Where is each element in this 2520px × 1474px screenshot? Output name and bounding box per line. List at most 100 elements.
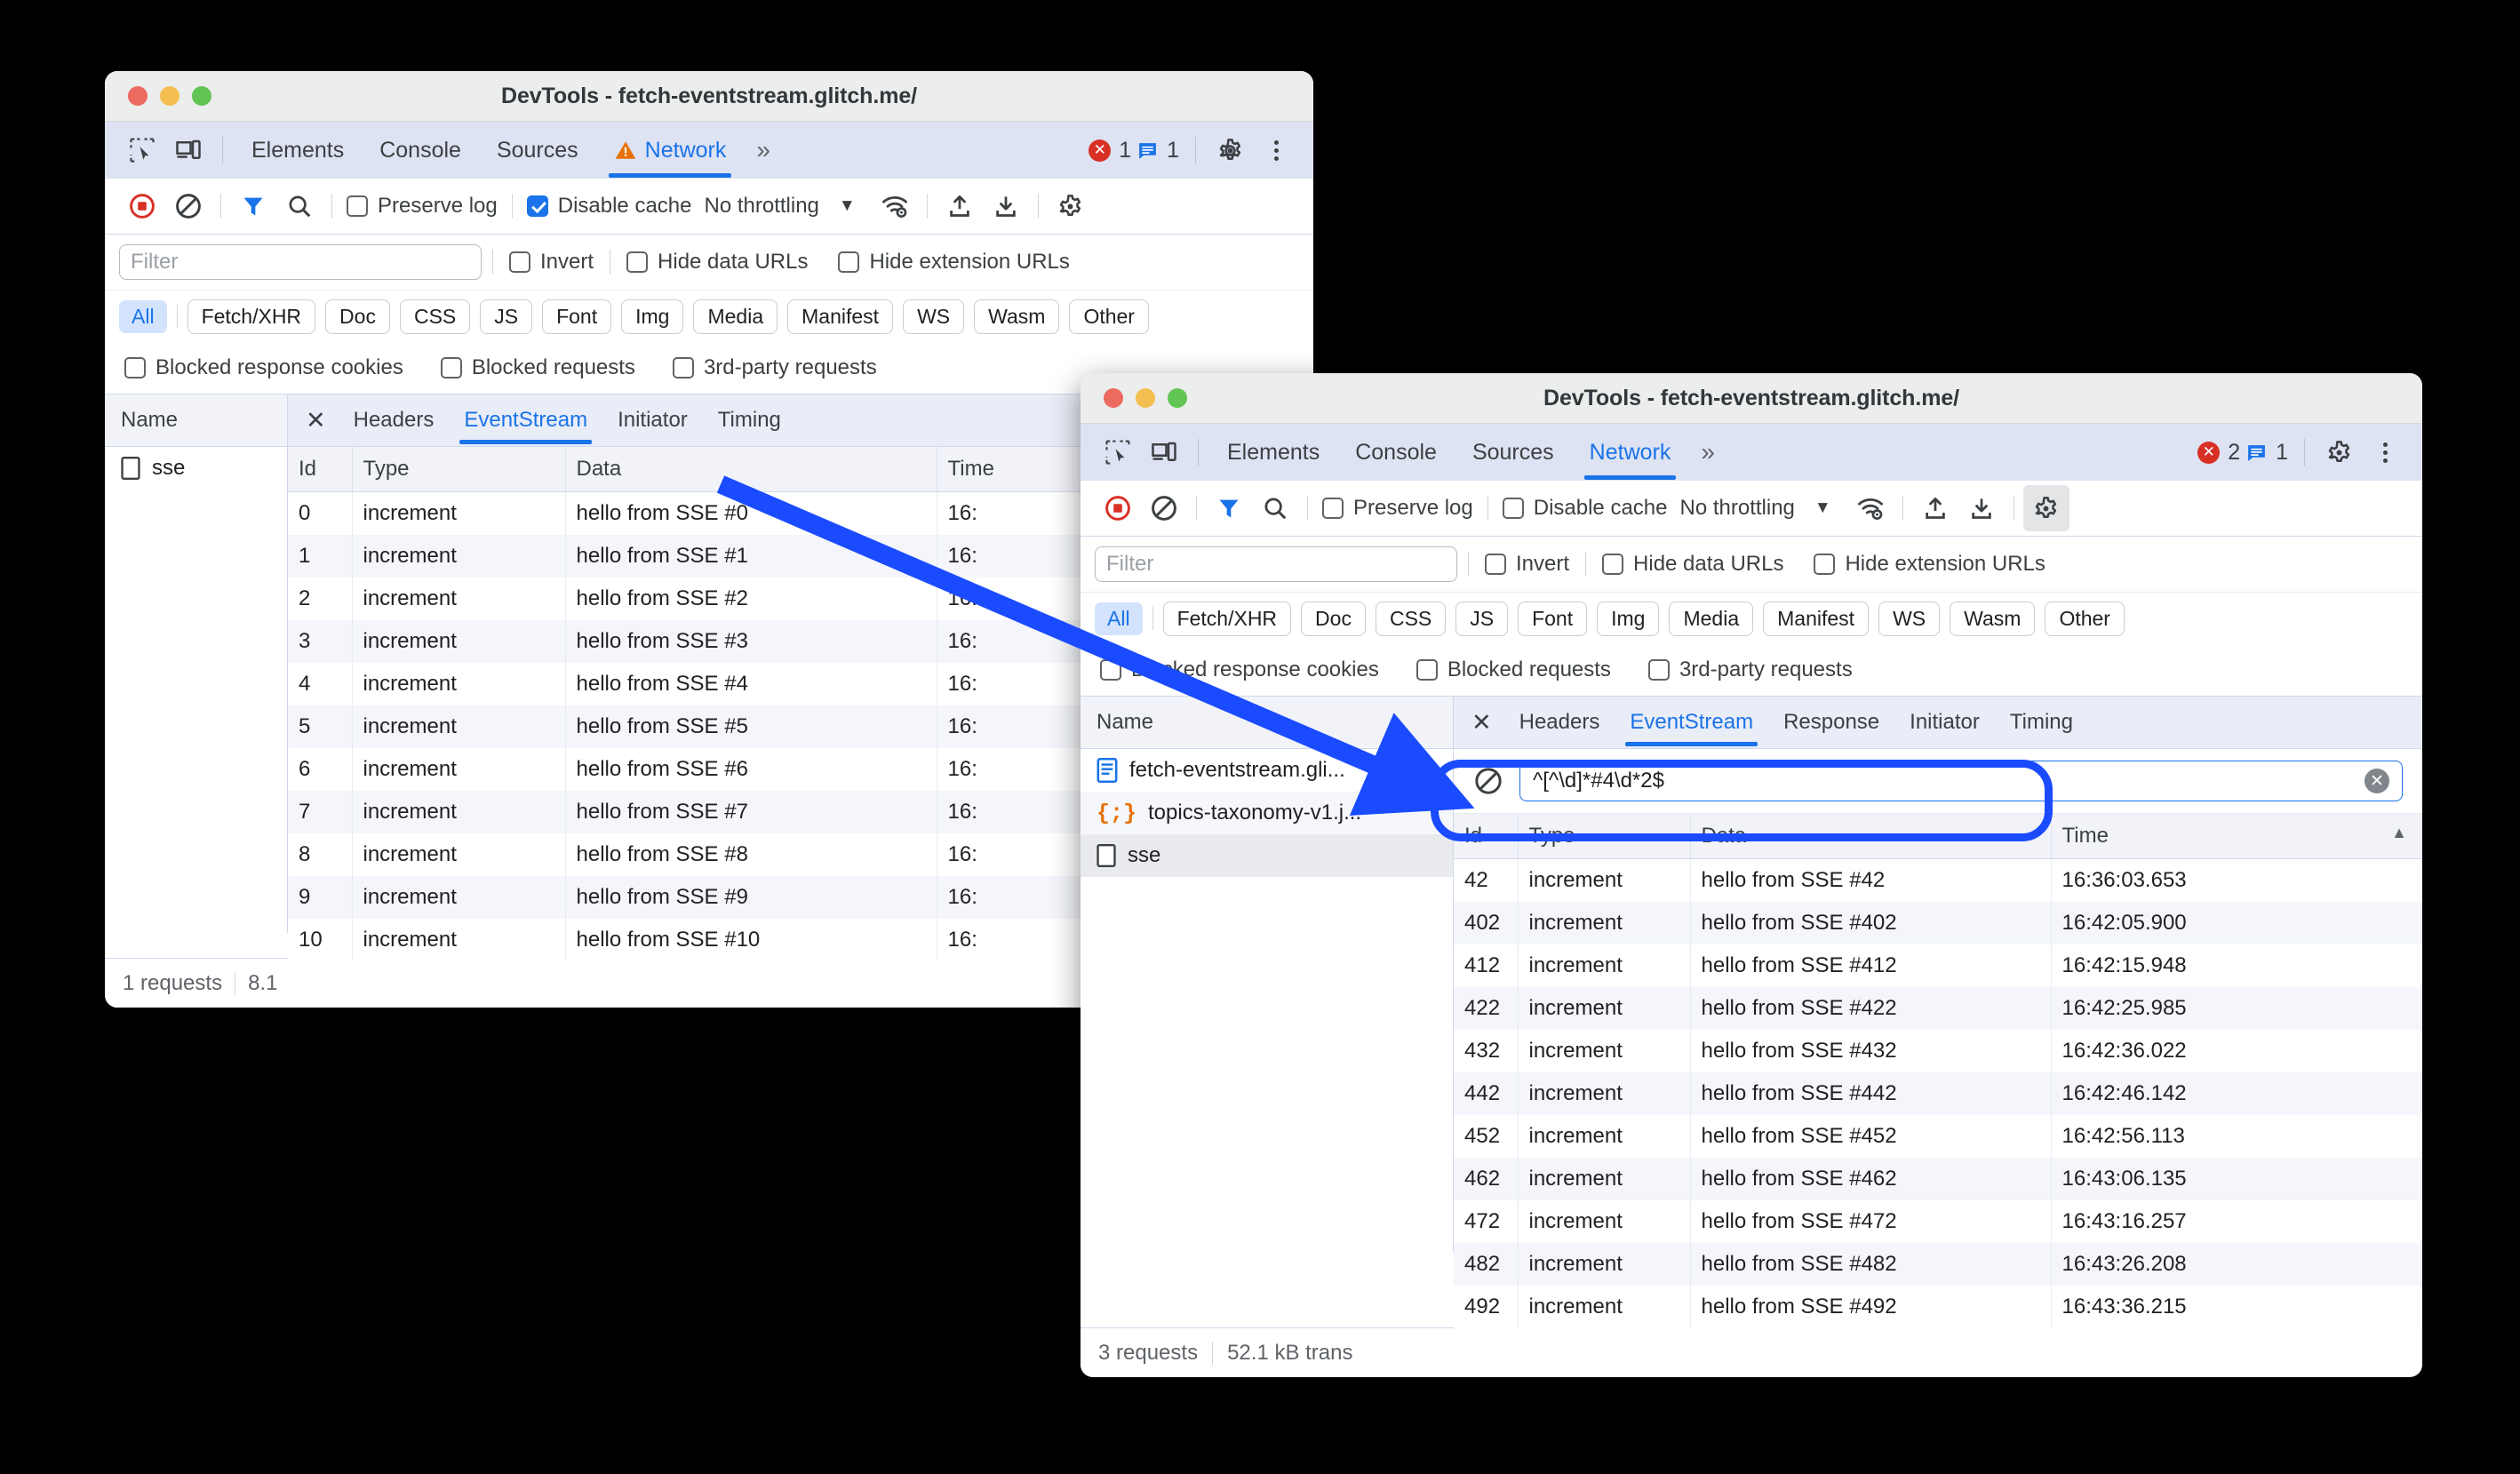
type-chip-wasm[interactable]: Wasm — [974, 299, 1060, 334]
search-icon[interactable] — [276, 183, 323, 229]
panel-tab-sources[interactable]: Sources — [479, 138, 596, 163]
throttling-value[interactable]: No throttling — [697, 194, 818, 219]
third-party-requests-box[interactable] — [672, 357, 694, 378]
clear-icon[interactable] — [165, 183, 211, 229]
type-chip-wasm[interactable]: Wasm — [1950, 601, 2036, 636]
search-icon[interactable] — [1252, 485, 1298, 531]
name-column-header[interactable]: Name — [105, 394, 287, 447]
invert-checkbox[interactable]: Invert — [1479, 552, 1575, 577]
detail-tab-initiator[interactable]: Initiator — [1894, 710, 1995, 735]
type-chip-manifest[interactable]: Manifest — [1763, 601, 1870, 636]
filter-funnel-icon[interactable] — [1206, 485, 1252, 531]
blocked-response-cookies-box[interactable] — [124, 357, 146, 378]
hide-data-urls-box[interactable] — [1602, 554, 1624, 575]
invert-box[interactable] — [1485, 554, 1506, 575]
type-chip-ws[interactable]: WS — [1878, 601, 1941, 636]
message-counter[interactable]: 1 — [2245, 440, 2288, 466]
type-chip-js[interactable]: JS — [480, 299, 533, 334]
chevron-down-icon[interactable]: ▼ — [819, 196, 872, 216]
close-detail-icon[interactable]: ✕ — [302, 407, 339, 434]
more-panels-chevron-icon[interactable]: » — [1688, 438, 1724, 466]
window-1-panel-tabbar[interactable]: Elements Console Sources Network » ✕ 1 1 — [105, 122, 1313, 179]
filter-input[interactable]: Filter — [1095, 546, 1457, 582]
table-row[interactable]: 412 increment hello from SSE #412 16:42:15.… — [1454, 944, 2422, 987]
window-1-titlebar[interactable]: DevTools - fetch-eventstream.glitch.me/ — [105, 71, 1313, 122]
blocked-response-cookies-checkbox[interactable]: Blocked response cookies — [1095, 657, 1384, 682]
type-chip-fetchxhr[interactable]: Fetch/XHR — [1162, 601, 1292, 636]
request-list-item-sse[interactable]: sse — [1081, 834, 1453, 877]
type-chip-fetchxhr[interactable]: Fetch/XHR — [187, 299, 316, 334]
disable-cache-box[interactable] — [526, 195, 548, 217]
hide-extension-urls-checkbox[interactable]: Hide extension URLs — [833, 250, 1074, 275]
third-party-requests-checkbox[interactable]: 3rd-party requests — [1643, 657, 1858, 682]
window-2-more-filters[interactable]: Blocked response cookies Blocked request… — [1081, 644, 2422, 697]
panel-tab-elements[interactable]: Elements — [1209, 440, 1337, 466]
window-2-network-toolbar[interactable]: Preserve log Disable cache No throttling… — [1081, 481, 2422, 537]
type-chip-css[interactable]: CSS — [1375, 601, 1447, 636]
detail-tab-headers[interactable]: Headers — [1504, 710, 1615, 735]
inspect-icon[interactable] — [119, 127, 165, 173]
message-counter[interactable]: 1 — [1136, 138, 1179, 163]
type-chip-other[interactable]: Other — [2045, 601, 2125, 636]
window-2-type-chips[interactable]: All Fetch/XHR Doc CSS JS Font Img Media … — [1081, 593, 2422, 644]
type-chip-media[interactable]: Media — [693, 299, 778, 334]
gear-icon[interactable] — [1207, 127, 1253, 173]
more-options-kebab-icon[interactable] — [2362, 429, 2408, 475]
network-settings-gear-icon[interactable] — [2022, 485, 2069, 531]
type-chip-font[interactable]: Font — [542, 299, 612, 334]
disable-cache-checkbox[interactable]: Disable cache — [1497, 496, 1673, 521]
blocked-requests-checkbox[interactable]: Blocked requests — [1411, 657, 1616, 682]
table-row[interactable]: 492 increment hello from SSE #492 16:43:36.… — [1454, 1286, 2422, 1328]
inspect-icon[interactable] — [1095, 429, 1141, 475]
request-list-item-document[interactable]: fetch-eventstream.gli... — [1081, 749, 1453, 792]
request-list-item-sse[interactable]: sse — [105, 447, 287, 490]
detail-tab-eventstream[interactable]: EventStream — [1615, 710, 1768, 746]
device-toolbar-icon[interactable] — [165, 127, 211, 173]
error-counter[interactable]: ✕ 1 — [1089, 138, 1131, 163]
network-conditions-icon[interactable] — [1847, 485, 1894, 531]
blocked-response-cookies-checkbox[interactable]: Blocked response cookies — [119, 355, 409, 380]
window-2-titlebar[interactable]: DevTools - fetch-eventstream.glitch.me/ — [1081, 373, 2422, 424]
type-chip-media[interactable]: Media — [1669, 601, 1754, 636]
detail-tab-timing[interactable]: Timing — [703, 408, 796, 433]
detail-tab-eventstream[interactable]: EventStream — [449, 408, 602, 444]
hide-extension-urls-box[interactable] — [1814, 554, 1836, 575]
panel-tab-network[interactable]: Network — [596, 138, 745, 178]
column-header-data[interactable]: Data — [565, 447, 937, 492]
network-conditions-icon[interactable] — [872, 183, 918, 229]
third-party-requests-box[interactable] — [1647, 659, 1670, 681]
column-header-data[interactable]: Data — [1690, 814, 2052, 859]
column-header-id[interactable]: Id — [1454, 814, 1519, 859]
table-row[interactable]: 432 increment hello from SSE #432 16:42:36.… — [1454, 1030, 2422, 1072]
chevron-down-icon[interactable]: ▼ — [1795, 498, 1847, 518]
type-chip-js[interactable]: JS — [1455, 601, 1509, 636]
type-chip-img[interactable]: Img — [621, 299, 684, 334]
preserve-log-box[interactable] — [347, 195, 368, 217]
invert-box[interactable] — [509, 251, 530, 273]
blocked-requests-box[interactable] — [1416, 659, 1438, 681]
request-list-item-json[interactable]: {;} topics-taxonomy-v1.j... — [1081, 792, 1453, 834]
devtools-window-2[interactable]: DevTools - fetch-eventstream.glitch.me/ … — [1081, 373, 2422, 1377]
close-detail-icon[interactable]: ✕ — [1468, 709, 1504, 737]
disable-cache-box[interactable] — [1502, 498, 1524, 519]
type-chip-other[interactable]: Other — [1069, 299, 1149, 334]
clear-input-icon[interactable]: ✕ — [2364, 769, 2389, 793]
record-stop-icon[interactable] — [1095, 485, 1141, 531]
table-row[interactable]: 42 increment hello from SSE #42 16:36:03.65… — [1454, 858, 2422, 902]
download-har-icon[interactable] — [1958, 485, 2005, 531]
panel-tab-network[interactable]: Network — [1572, 440, 1689, 480]
window-1-request-list[interactable]: Name sse — [105, 394, 288, 933]
error-counter[interactable]: ✕ 2 — [2197, 440, 2240, 466]
invert-checkbox[interactable]: Invert — [504, 250, 599, 275]
table-row[interactable]: 482 increment hello from SSE #482 16:43:26.… — [1454, 1243, 2422, 1286]
panel-tab-console[interactable]: Console — [1337, 440, 1455, 466]
type-chip-doc[interactable]: Doc — [1301, 601, 1366, 636]
table-row[interactable]: 462 increment hello from SSE #462 16:43:06.… — [1454, 1158, 2422, 1200]
type-chip-doc[interactable]: Doc — [325, 299, 390, 334]
hide-data-urls-box[interactable] — [626, 251, 649, 273]
window-1-type-chips[interactable]: All Fetch/XHR Doc CSS JS Font Img Media … — [105, 291, 1313, 342]
column-header-time[interactable]: Time ▲ — [2051, 814, 2422, 859]
type-chip-ws[interactable]: WS — [903, 299, 965, 334]
no-entry-filter-icon[interactable] — [1473, 766, 1503, 796]
eventstream-filter-input[interactable]: ^[^\d]*#4\d*2$ ✕ — [1519, 761, 2403, 801]
